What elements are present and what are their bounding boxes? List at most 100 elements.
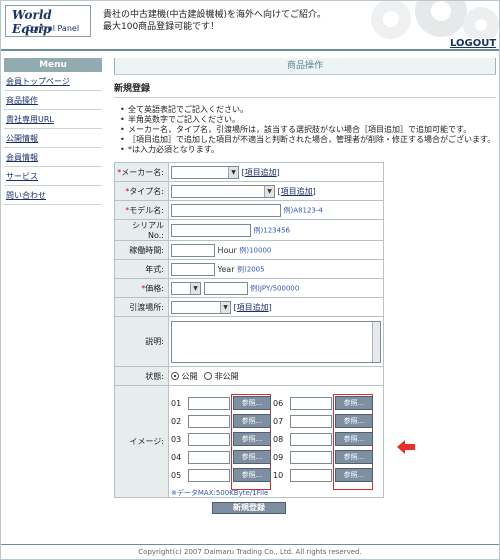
type-add-item-link[interactable]: 項目追加 <box>281 187 313 196</box>
sidebar-item-label[interactable]: 商品操作 <box>6 96 38 105</box>
sidebar-item-company-url[interactable]: 貴社専用URL <box>4 110 102 129</box>
sidebar-item-label[interactable]: 貴社専用URL <box>6 115 54 124</box>
sidebar-item-service[interactable]: サービス <box>4 167 102 186</box>
image-file-input[interactable] <box>290 414 332 428</box>
image-row-01: 01 参照... <box>171 395 271 412</box>
browse-button[interactable]: 参照... <box>335 449 373 464</box>
browse-button[interactable]: 参照... <box>233 449 271 464</box>
maker-select[interactable]: ▼ <box>171 165 239 179</box>
price-input[interactable] <box>203 281 248 295</box>
gear-graphic-icon <box>371 1 499 41</box>
image-number: 07 <box>273 416 284 426</box>
register-button[interactable]: 新規登録 <box>212 502 286 515</box>
browse-button[interactable]: 参照... <box>233 413 271 428</box>
status-public-radio[interactable] <box>171 372 179 380</box>
browse-button[interactable]: 参照... <box>335 395 373 410</box>
price-label: *価格: <box>114 278 169 298</box>
image-number: 05 <box>171 470 182 480</box>
sidebar-item-public-info[interactable]: 公開情報 <box>4 129 102 148</box>
description-label: 説明: <box>114 316 169 367</box>
type-label: *タイプ名: <box>114 181 169 201</box>
chevron-down-icon[interactable]: ▼ <box>190 282 200 294</box>
section-divider <box>114 97 496 98</box>
currency-select[interactable]: ▼ <box>171 281 201 295</box>
sidebar-item-label[interactable]: 会員トップページ <box>6 77 70 86</box>
image-number: 06 <box>273 398 284 408</box>
sidebar: Menu 会員トップページ 商品操作 貴社専用URL 公開情報 会員情報 サービ… <box>4 58 102 205</box>
sidebar-item-products[interactable]: 商品操作 <box>4 91 102 110</box>
image-row-09: 09 参照... <box>273 449 373 466</box>
description-textarea[interactable] <box>171 320 381 363</box>
hours-label: 稼働時間: <box>114 240 169 260</box>
logout-link[interactable]: LOGOUT <box>448 38 499 49</box>
image-row-04: 04 参照... <box>171 449 271 466</box>
image-file-input[interactable] <box>188 450 230 464</box>
image-file-input[interactable] <box>188 396 230 410</box>
browse-button[interactable]: 参照... <box>335 431 373 446</box>
footer-divider <box>1 544 499 545</box>
image-number: 08 <box>273 434 284 444</box>
header-divider <box>1 49 499 51</box>
year-input[interactable] <box>171 262 215 276</box>
browse-button[interactable]: 参照... <box>233 395 271 410</box>
data-max-note: ※データMAX:500KByte/1File <box>171 488 269 497</box>
price-example: 例)JPY/500000 <box>250 284 300 292</box>
footer-copyright: Copyright(c) 2007 Daimaru Trading Co., L… <box>138 548 362 556</box>
main-content: 商品操作 新規登録 全て英語表記でご記入ください。 半角英数字でご記入ください。… <box>114 58 496 155</box>
sidebar-item-contact[interactable]: 問い合わせ <box>4 186 102 205</box>
image-row-03: 03 参照... <box>171 431 271 448</box>
image-upload-grid: 01 参照... 06 参照... 02 参照... 07 参照... 03 参… <box>171 392 381 497</box>
instruction-item: 全て英語表記でご記入ください。 <box>118 105 496 115</box>
image-file-input[interactable] <box>290 468 332 482</box>
image-file-input[interactable] <box>290 432 332 446</box>
status-label: 状態: <box>114 366 169 386</box>
section-title: 新規登録 <box>114 84 151 94</box>
chevron-down-icon[interactable]: ▼ <box>228 166 238 178</box>
product-form: *メーカー名: ▼ [項目追加] *タイプ名: ▼ [項目追加] *モデル名: … <box>114 162 384 516</box>
maker-add-item-link[interactable]: 項目追加 <box>245 168 277 177</box>
year-example: 例)2005 <box>237 265 265 273</box>
image-number: 01 <box>171 398 182 408</box>
year-unit: Year <box>217 264 235 274</box>
hours-unit: Hour <box>217 245 237 255</box>
instruction-item: 半角英数字でご記入ください。 <box>118 115 496 125</box>
browse-button[interactable]: 参照... <box>233 431 271 446</box>
browse-button[interactable]: 参照... <box>233 467 271 482</box>
location-label: 引渡場所: <box>114 297 169 317</box>
image-number: 02 <box>171 416 182 426</box>
image-row-02: 02 参照... <box>171 413 271 430</box>
sidebar-item-member-top[interactable]: 会員トップページ <box>4 72 102 91</box>
header-line-1: 貴社の中古建機(中古建設機械)を海外へ向けてご紹介。 <box>103 10 327 20</box>
sidebar-item-member-info[interactable]: 会員情報 <box>4 148 102 167</box>
image-file-input[interactable] <box>188 468 230 482</box>
model-input[interactable] <box>171 203 281 217</box>
scrollbar[interactable] <box>372 321 380 362</box>
logo-subtitle: Control Panel <box>26 24 80 33</box>
sidebar-item-label[interactable]: サービス <box>6 172 38 181</box>
instruction-item: ［項目追加］で追加した項目が不適当と判断された場合，管理者が削除・修正する場合が… <box>118 135 496 145</box>
image-file-input[interactable] <box>290 396 332 410</box>
sidebar-item-label[interactable]: 公開情報 <box>6 134 38 143</box>
location-add-item-link[interactable]: 項目追加 <box>237 303 269 312</box>
browse-button[interactable]: 参照... <box>335 413 373 428</box>
image-row-08: 08 参照... <box>273 431 373 448</box>
year-label: 年式: <box>114 259 169 279</box>
image-number: 03 <box>171 434 182 444</box>
hours-input[interactable] <box>171 243 215 257</box>
serial-input[interactable] <box>171 223 251 237</box>
image-label: イメージ: <box>114 385 169 498</box>
status-private-label: 非公開 <box>214 371 239 381</box>
image-file-input[interactable] <box>188 414 230 428</box>
type-select[interactable]: ▼ <box>171 184 275 198</box>
image-file-input[interactable] <box>290 450 332 464</box>
image-file-input[interactable] <box>188 432 230 446</box>
status-private-radio[interactable] <box>204 372 213 380</box>
chevron-down-icon[interactable]: ▼ <box>264 185 274 197</box>
header-line-2: 最大100商品登録可能です！ <box>103 22 220 32</box>
browse-button[interactable]: 参照... <box>335 467 373 482</box>
sidebar-item-label[interactable]: 問い合わせ <box>6 191 46 200</box>
sidebar-item-label[interactable]: 会員情報 <box>6 153 38 162</box>
location-select[interactable]: ▼ <box>171 300 231 314</box>
chevron-down-icon[interactable]: ▼ <box>220 301 230 313</box>
image-number: 04 <box>171 452 182 462</box>
